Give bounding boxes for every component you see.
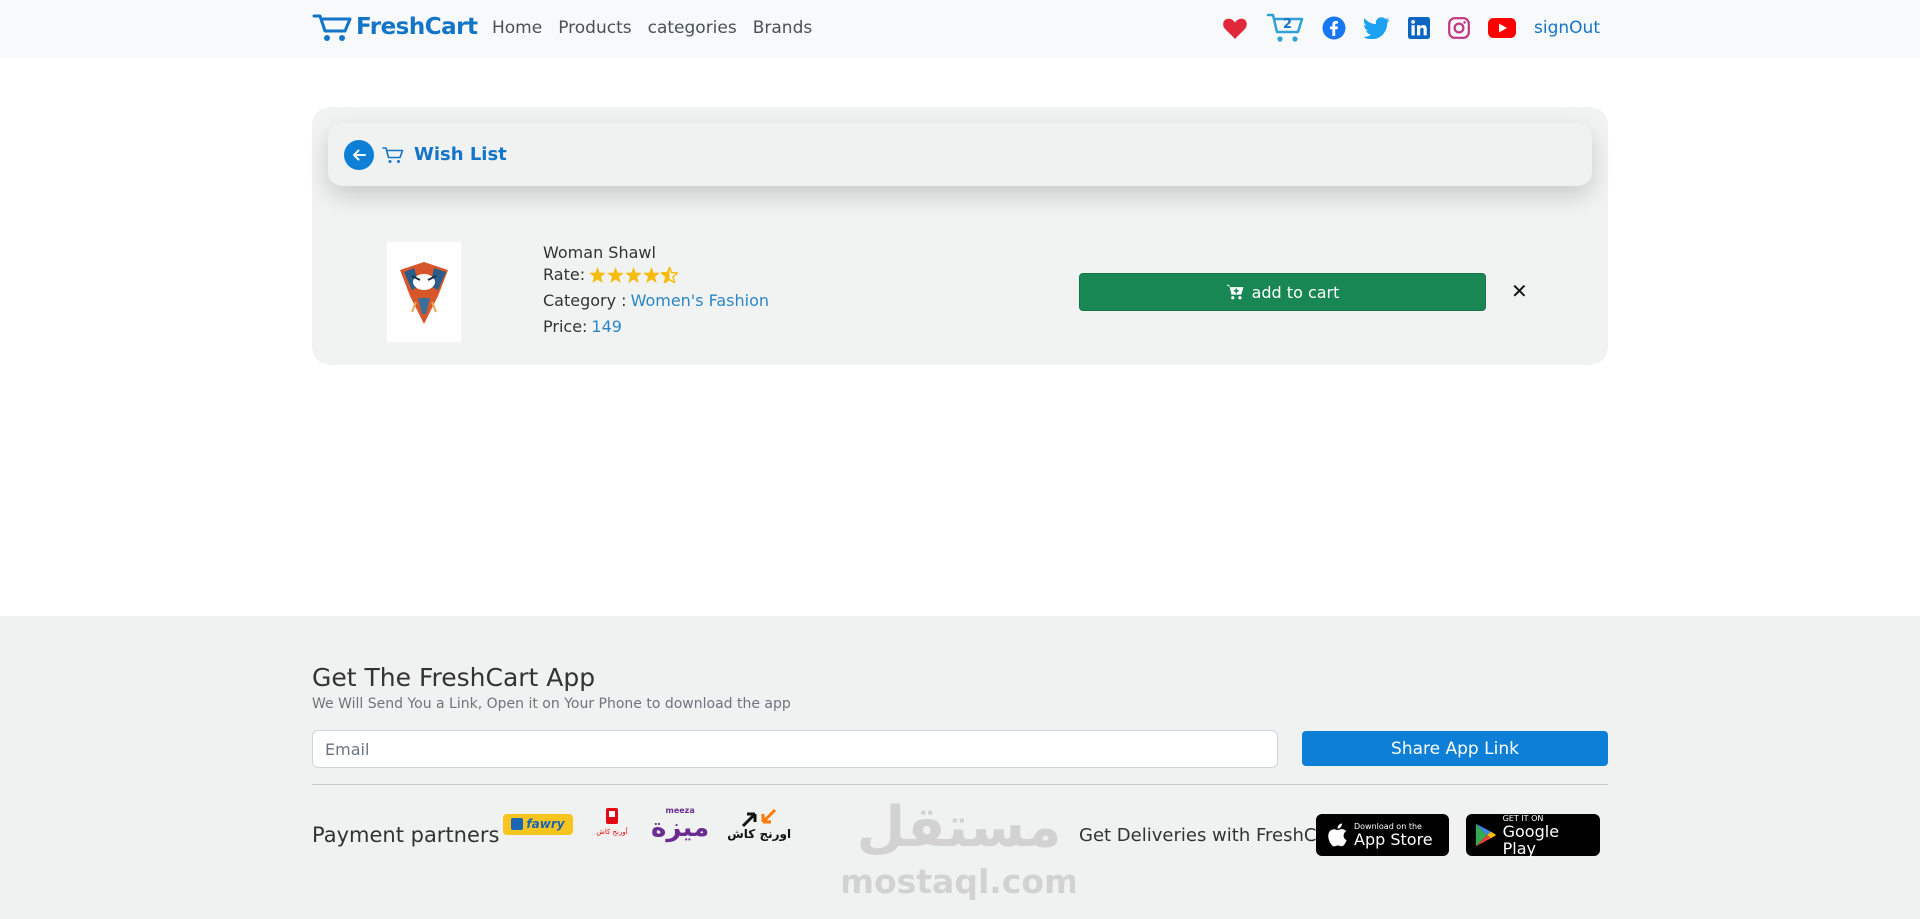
google-play-big: Google Play	[1502, 821, 1560, 858]
product-info: Woman Shawl Rate: Category : Women's Fas…	[543, 242, 769, 338]
add-to-cart-button[interactable]: add to cart	[1079, 273, 1486, 311]
remove-item-button[interactable]: ✕	[1511, 279, 1528, 303]
nav-categories[interactable]: categories	[648, 18, 737, 38]
product-category: Category : Women's Fashion	[543, 290, 769, 312]
product-rating: Rate:	[543, 264, 769, 286]
google-play-button[interactable]: GET IT ON Google Play	[1466, 814, 1600, 858]
rating-stars	[589, 267, 679, 283]
apple-icon	[1328, 823, 1347, 847]
nav-brands[interactable]: Brands	[753, 18, 813, 38]
brand-name: FreshCart	[356, 14, 478, 40]
add-to-cart-label: add to cart	[1251, 282, 1340, 302]
heart-icon[interactable]	[1222, 16, 1248, 40]
wishlist-cart-icon	[382, 146, 404, 163]
app-store-big: App Store	[1354, 830, 1433, 849]
cart-button[interactable]: 2	[1266, 12, 1304, 44]
linkedin-icon[interactable]	[1408, 17, 1431, 39]
product-image[interactable]	[387, 242, 461, 342]
payment-partners-label: Payment partners	[312, 823, 500, 847]
mostaql-watermark: مستقل mostaql.com	[843, 795, 1075, 901]
navbar: FreshCart Home Products categories Brand…	[0, 0, 1920, 58]
app-store-button[interactable]: Download on the App Store	[1316, 814, 1449, 856]
svg-text:مستقل: مستقل	[857, 795, 1062, 860]
orange-cash-logo: اورنج كاش	[727, 808, 791, 840]
app-subtitle: We Will Send You a Link, Open it on Your…	[312, 696, 791, 712]
star-icon	[589, 267, 606, 283]
rate-label: Rate:	[543, 265, 586, 284]
product-name-text[interactable]: Woman Shawl	[543, 242, 656, 264]
back-button[interactable]	[344, 139, 374, 170]
meeza-logo: meeza ميزة	[651, 806, 710, 843]
email-input[interactable]	[312, 730, 1278, 768]
price-label: Price:	[543, 317, 588, 336]
category-label: Category :	[543, 291, 627, 310]
cart-plus-icon	[1225, 284, 1244, 300]
twitter-icon[interactable]	[1364, 17, 1390, 39]
nav-actions: 2 signOut	[1222, 12, 1600, 44]
deliveries-label: Get Deliveries with FreshCart	[1079, 825, 1342, 846]
payment-logos: fawry أورنج كاش meeza ميزة اورنج كاش	[503, 806, 791, 842]
star-icon	[643, 267, 660, 283]
price-value: 149	[591, 317, 622, 336]
nav-products[interactable]: Products	[558, 18, 631, 38]
instagram-icon[interactable]	[1448, 17, 1470, 39]
wishlist-title: Wish List	[414, 144, 507, 165]
category-value[interactable]: Women's Fashion	[631, 290, 769, 312]
orange-cash-red-logo: أورنج كاش	[591, 806, 633, 842]
star-icon	[625, 267, 642, 283]
footer: Get The FreshCart App We Will Send You a…	[0, 616, 1920, 919]
signout-link[interactable]: signOut	[1534, 18, 1600, 38]
share-app-link-button[interactable]: Share App Link	[1302, 731, 1608, 766]
wishlist-card: Wish List Woman Shawl Rate: Category: W…	[312, 107, 1608, 365]
star-half-icon	[661, 267, 679, 283]
product-price: Price: 149	[543, 316, 769, 338]
cart-count-badge: 2	[1283, 17, 1293, 32]
arrow-left-icon	[353, 149, 366, 160]
product-name[interactable]: Woman Shawl	[543, 242, 769, 264]
brand-logo[interactable]: FreshCart	[312, 12, 478, 42]
facebook-icon[interactable]	[1322, 16, 1346, 40]
nav-home[interactable]: Home	[492, 18, 542, 38]
svg-text:mostaql.com: mostaql.com	[843, 862, 1075, 901]
fawry-logo: fawry	[503, 813, 573, 835]
app-title: Get The FreshCart App	[312, 663, 596, 692]
shawl-image	[400, 262, 448, 324]
footer-divider	[312, 784, 1608, 785]
google-play-icon	[1475, 823, 1496, 847]
main-nav: Home Products categories Brands	[492, 18, 812, 38]
brand-cart-icon	[312, 14, 352, 41]
wishlist-header: Wish List	[328, 123, 1592, 186]
youtube-icon[interactable]	[1488, 18, 1517, 38]
star-icon	[607, 267, 624, 283]
